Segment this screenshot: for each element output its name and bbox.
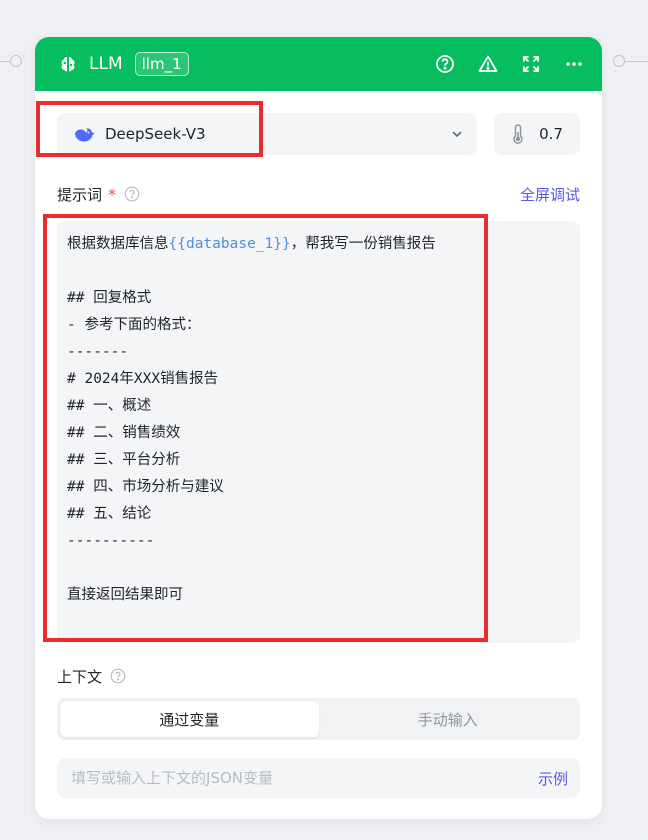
node-id-tag[interactable]: llm_1: [134, 52, 189, 76]
prompt-text: 根据数据库信息: [67, 236, 169, 252]
tab-manual-input[interactable]: 手动输入: [319, 701, 578, 737]
prompt-text: - 参考下面的格式：: [67, 317, 201, 333]
incoming-edge: [0, 61, 10, 62]
help-icon[interactable]: [110, 668, 126, 684]
prompt-line: 根据数据库信息{{database_1}}，帮我写一份销售报告: [67, 231, 570, 258]
prompt-line: ## 三、平台分析: [67, 447, 570, 474]
fullscreen-debug-link[interactable]: 全屏调试: [520, 184, 580, 205]
prompt-text: ## 回复格式: [67, 290, 152, 306]
context-json-input[interactable]: [69, 768, 538, 788]
prompt-line: -------: [67, 339, 570, 366]
prompt-line: ## 二、销售绩效: [67, 420, 570, 447]
node-title: LLM: [89, 54, 123, 74]
deepseek-whale-icon: [73, 125, 95, 143]
help-circle-icon[interactable]: [433, 52, 457, 76]
temperature-setting[interactable]: 0.7: [494, 113, 580, 155]
fullscreen-icon[interactable]: [519, 52, 543, 76]
prompt-text: ## 四、市场分析与建议: [67, 479, 224, 495]
workflow-canvas: LLM llm_1 DeepSeek-V3 0.7 提示词 * 全屏调试 根据数…: [0, 0, 648, 840]
output-port[interactable]: [613, 55, 625, 67]
example-link[interactable]: 示例: [538, 768, 568, 789]
prompt-variable[interactable]: {{database_1}}: [169, 236, 291, 252]
brain-icon: [57, 53, 79, 75]
context-mode-tabs: 通过变量 手动输入: [57, 698, 580, 740]
chevron-down-icon: [451, 125, 463, 144]
prompt-text: ，帮我写一份销售报告: [290, 236, 436, 252]
warning-icon[interactable]: [476, 52, 500, 76]
prompt-line: ## 五、结论: [67, 501, 570, 528]
thermometer-icon: [511, 124, 525, 144]
model-select[interactable]: DeepSeek-V3: [57, 113, 477, 155]
context-label: 上下文: [57, 667, 103, 686]
prompt-line: [67, 555, 570, 582]
prompt-editor[interactable]: 根据数据库信息{{database_1}}，帮我写一份销售报告 ## 回复格式 - …: [57, 221, 580, 643]
prompt-text: 直接返回结果即可: [67, 587, 183, 603]
prompt-line: ----------: [67, 528, 570, 555]
prompt-line: 直接返回结果即可: [67, 582, 570, 609]
prompt-text: -------: [67, 344, 129, 360]
llm-node[interactable]: LLM llm_1 DeepSeek-V3 0.7 提示词 * 全屏调试 根据数…: [35, 37, 602, 819]
prompt-line: [67, 258, 570, 285]
prompt-text: ## 三、平台分析: [67, 452, 181, 468]
outgoing-edge: [625, 61, 648, 62]
prompt-text: ## 一、概述: [67, 398, 152, 414]
required-mark: *: [108, 184, 117, 204]
model-name: DeepSeek-V3: [105, 125, 206, 143]
prompt-line: ## 四、市场分析与建议: [67, 474, 570, 501]
tab-via-variable[interactable]: 通过变量: [60, 701, 319, 737]
node-header[interactable]: LLM llm_1: [35, 37, 602, 91]
temperature-value: 0.7: [539, 125, 563, 143]
prompt-text: ----------: [67, 533, 155, 549]
input-port[interactable]: [10, 55, 22, 67]
prompt-text: ## 二、销售绩效: [67, 425, 181, 441]
prompt-text: # 2024年XXX销售报告: [67, 371, 219, 387]
more-icon[interactable]: [562, 52, 586, 76]
prompt-line: ## 回复格式: [67, 285, 570, 312]
prompt-line: # 2024年XXX销售报告: [67, 366, 570, 393]
prompt-line: - 参考下面的格式：: [67, 312, 570, 339]
context-json-field: 示例: [57, 758, 580, 798]
prompt-label: 提示词: [57, 185, 103, 204]
prompt-line: ## 一、概述: [67, 393, 570, 420]
help-icon[interactable]: [124, 186, 140, 202]
prompt-text: ## 五、结论: [67, 506, 152, 522]
